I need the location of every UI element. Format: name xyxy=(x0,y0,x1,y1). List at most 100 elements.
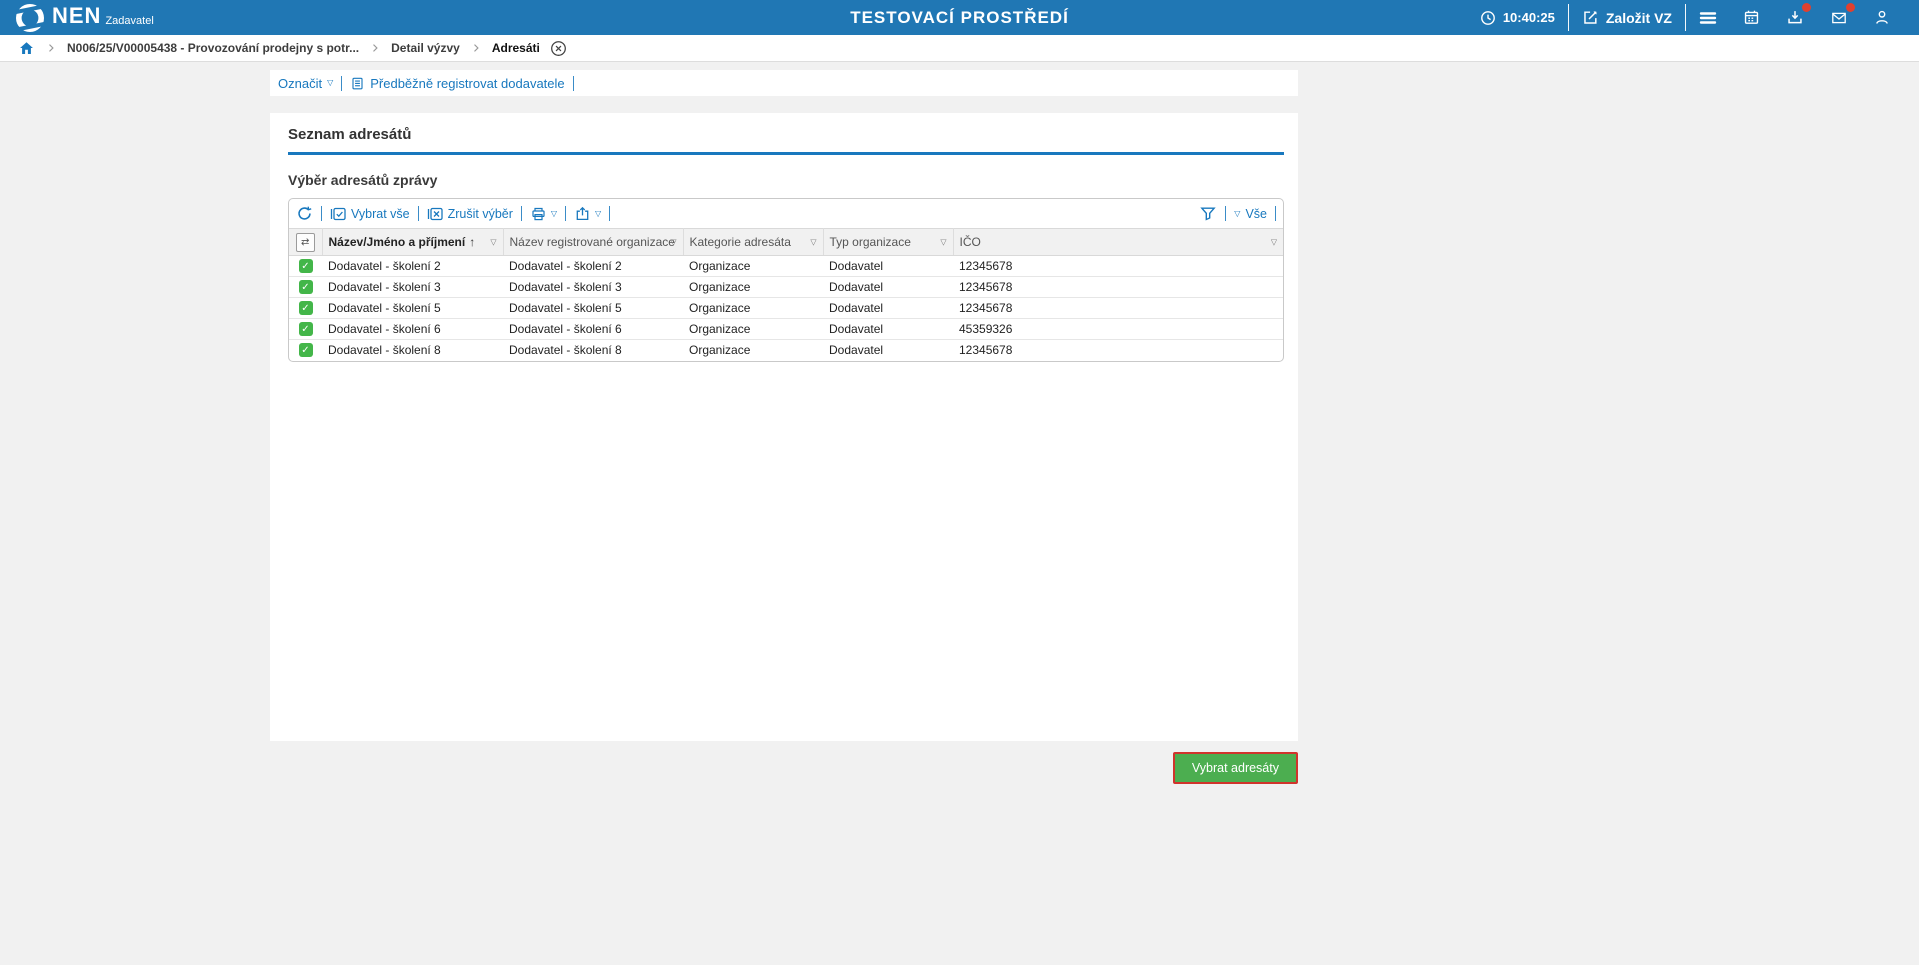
grid-toolbar-right: ▽ Vše xyxy=(1199,205,1276,222)
calendar-icon xyxy=(1743,9,1760,26)
toolbar-divider xyxy=(565,206,567,221)
edit-icon xyxy=(1582,9,1599,26)
sort-ascending-icon: ↑ xyxy=(469,235,476,249)
cell-org: Dodavatel - školení 6 xyxy=(503,318,683,340)
main-panel: Seznam adresátů Výběr adresátů zprávy Vy… xyxy=(270,113,1298,741)
clear-selection-button[interactable]: Zrušit výběr xyxy=(427,206,513,222)
cell-type: Dodavatel xyxy=(823,297,953,319)
table-row[interactable]: ✓ Dodavatel - školení 8 Dodavatel - škol… xyxy=(289,340,1283,361)
cell-type: Dodavatel xyxy=(829,343,884,358)
print-button[interactable]: ▽ xyxy=(530,206,557,222)
column-header-org[interactable]: Název registrované organizace ▽ xyxy=(503,228,684,256)
inbox-button[interactable] xyxy=(1773,0,1817,35)
select-all-label: Vybrat vše xyxy=(351,206,410,221)
table-row[interactable]: ✓ Dodavatel - školení 5 Dodavatel - škol… xyxy=(289,297,1283,319)
column-filter-icon[interactable]: ▽ xyxy=(490,238,496,247)
cell-category: Organizace xyxy=(683,276,823,298)
breadcrumb: N006/25/V00005438 - Provozování prodejny… xyxy=(0,35,1919,62)
breadcrumb-item-detail-vyzvy[interactable]: Detail výzvy xyxy=(391,41,460,55)
chevron-right-icon xyxy=(369,42,381,54)
select-all-button[interactable]: Vybrat vše xyxy=(330,206,410,222)
cell-category: Organizace xyxy=(683,255,823,277)
toolbar-divider xyxy=(520,206,522,221)
logo-subtitle: Zadavatel xyxy=(105,15,154,27)
dropdown-arrow-icon: ▽ xyxy=(595,208,602,218)
cell-name: Dodavatel - školení 6 xyxy=(322,318,503,340)
column-header-category[interactable]: Kategorie adresáta ▽ xyxy=(683,228,824,256)
column-chooser-icon[interactable]: ⇄ xyxy=(295,232,315,252)
cell-name: Dodavatel - školení 5 xyxy=(322,297,503,319)
home-icon[interactable] xyxy=(18,40,35,56)
column-label: IČO xyxy=(959,235,981,249)
dropdown-arrow-icon: ▽ xyxy=(1234,208,1241,218)
cell-org: Dodavatel - školení 3 xyxy=(503,276,683,298)
document-icon xyxy=(350,76,365,91)
checkbox-clear-icon xyxy=(427,206,444,222)
column-filter-icon[interactable]: ▽ xyxy=(940,238,946,247)
app-logo[interactable]: NEN Zadavatel xyxy=(0,1,154,34)
toolbar-divider xyxy=(572,75,574,91)
create-vz-label: Založit VZ xyxy=(1605,9,1672,26)
menu-button[interactable] xyxy=(1686,0,1730,35)
app-header: NEN Zadavatel TESTOVACÍ PROSTŘEDÍ 10:40:… xyxy=(0,0,1919,35)
logo-text: NEN xyxy=(52,3,102,28)
hamburger-menu-icon xyxy=(1699,10,1717,26)
nen-logo-icon xyxy=(14,2,46,34)
toolbar-divider xyxy=(321,206,322,221)
column-header-name[interactable]: Název/Jméno a příjmení ↑ ▽ xyxy=(322,228,504,256)
cell-type: Dodavatel xyxy=(823,318,953,340)
column-filter-icon[interactable]: ▽ xyxy=(1271,238,1277,247)
row-checkbox-checked[interactable]: ✓ xyxy=(298,259,313,273)
recipients-grid: Vybrat vše Zrušit výběr ▽ ▽ ▽ Vše ⇄ Náze… xyxy=(288,198,1284,362)
create-vz-button[interactable]: Založit VZ xyxy=(1569,0,1685,35)
cell-category: Organizace xyxy=(683,318,823,340)
row-checkbox-checked[interactable]: ✓ xyxy=(298,301,313,315)
cell-name: Dodavatel - školení 2 xyxy=(322,255,503,277)
calendar-button[interactable] xyxy=(1730,0,1773,35)
column-chooser-cell: ⇄ xyxy=(289,228,323,256)
column-filter-icon[interactable]: ▽ xyxy=(670,238,676,247)
cell-type: Dodavatel xyxy=(823,276,953,298)
cell-ico: 12345678 xyxy=(953,255,1283,277)
row-checkbox-checked[interactable]: ✓ xyxy=(298,343,313,358)
cell-type: Dodavatel xyxy=(823,255,953,277)
grid-toolbar: Vybrat vše Zrušit výběr ▽ ▽ ▽ Vše xyxy=(289,199,1283,228)
notification-badge xyxy=(1846,3,1855,12)
preregister-supplier-button[interactable]: Předběžně registrovat dodavatele xyxy=(350,76,565,91)
cell-org: Dodavatel - školení 2 xyxy=(503,255,683,277)
table-row[interactable]: ✓ Dodavatel - školení 2 Dodavatel - škol… xyxy=(289,255,1283,277)
column-label: Typ organizace xyxy=(829,235,911,249)
toolbar-divider xyxy=(1275,206,1276,221)
checkbox-checked-icon xyxy=(330,206,347,222)
breadcrumb-item-procurement[interactable]: N006/25/V00005438 - Provozování prodejny… xyxy=(67,41,359,55)
row-checkbox-checked[interactable]: ✓ xyxy=(298,280,313,294)
mail-button[interactable] xyxy=(1817,0,1861,35)
content-column: Označit ▽ Předběžně registrovat dodavate… xyxy=(270,70,1298,784)
toolbar-divider xyxy=(609,206,611,221)
cell-ico: 12345678 xyxy=(953,276,1283,298)
column-header-ico[interactable]: IČO ▽ xyxy=(953,228,1283,256)
inbox-download-icon xyxy=(1786,9,1804,26)
time-value: 10:40:25 xyxy=(1502,10,1555,25)
cell-org: Dodavatel - školení 5 xyxy=(503,297,683,319)
export-icon xyxy=(574,206,591,222)
table-row[interactable]: ✓ Dodavatel - školení 3 Dodavatel - škol… xyxy=(289,276,1283,298)
column-filter-icon[interactable]: ▽ xyxy=(810,238,816,247)
refresh-button[interactable] xyxy=(296,205,313,222)
mark-dropdown-button[interactable]: Označit ▽ xyxy=(278,76,333,91)
cell-category: Organizace xyxy=(683,297,823,319)
column-header-type[interactable]: Typ organizace ▽ xyxy=(823,228,954,256)
table-row[interactable]: ✓ Dodavatel - školení 6 Dodavatel - škol… xyxy=(289,318,1283,340)
close-circle-icon[interactable] xyxy=(550,40,567,57)
export-button[interactable]: ▽ xyxy=(574,206,601,222)
filter-all-label: Vše xyxy=(1245,206,1267,221)
select-recipients-button[interactable]: Vybrat adresáty xyxy=(1172,752,1298,784)
cell-org: Dodavatel - školení 8 xyxy=(509,343,622,358)
filter-all-dropdown[interactable]: ▽ Vše xyxy=(1234,207,1267,221)
toolbar-divider xyxy=(1225,206,1227,221)
row-checkbox-checked[interactable]: ✓ xyxy=(298,322,313,336)
filter-funnel-icon[interactable] xyxy=(1199,205,1217,222)
cell-ico: 12345678 xyxy=(953,297,1283,319)
cell-name: Dodavatel - školení 3 xyxy=(322,276,503,298)
user-button[interactable] xyxy=(1861,0,1903,35)
